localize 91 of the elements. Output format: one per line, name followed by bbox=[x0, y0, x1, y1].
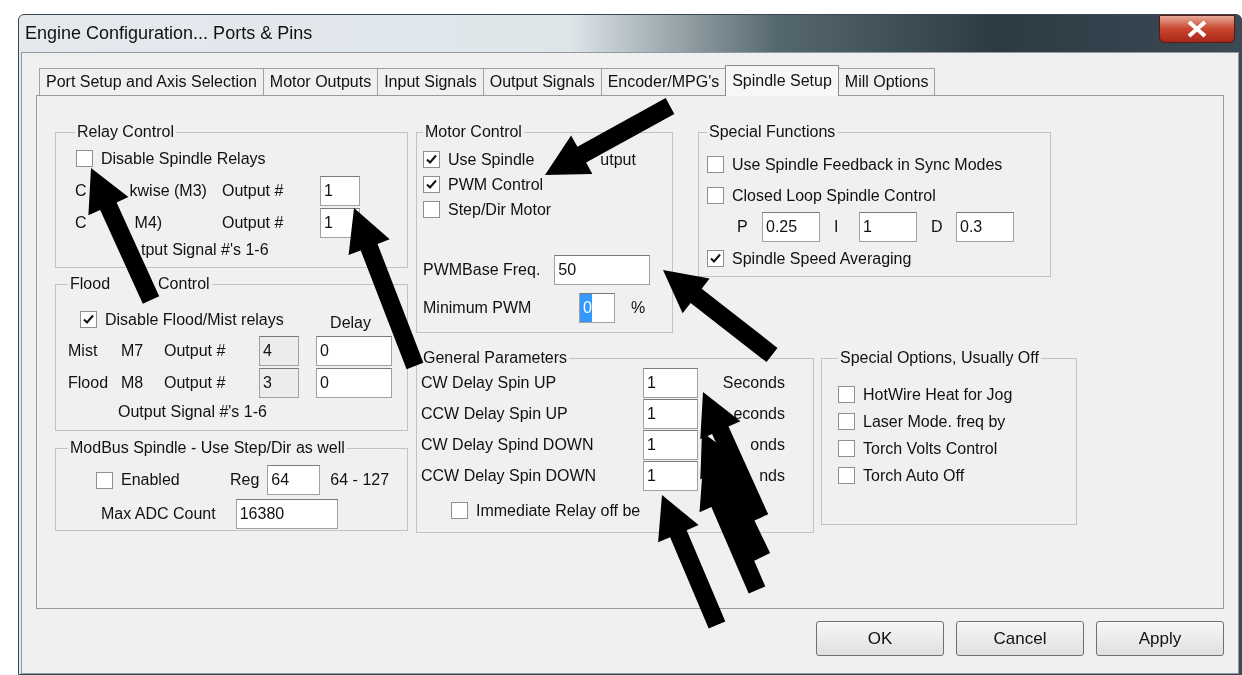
label: Seconds bbox=[721, 373, 785, 392]
label: M8 bbox=[121, 374, 145, 392]
checkbox[interactable] bbox=[707, 156, 724, 173]
checkbox-label: Torch Volts Control bbox=[863, 439, 998, 458]
checkbox[interactable] bbox=[838, 467, 855, 484]
checkbox[interactable] bbox=[96, 471, 113, 489]
tab[interactable]: Spindle Setup bbox=[725, 65, 839, 96]
input-field[interactable]: 16380 bbox=[235, 499, 338, 529]
label: C bbox=[75, 214, 87, 232]
label: CW Delay Spind DOWN bbox=[421, 435, 595, 454]
label: nds bbox=[758, 466, 785, 485]
group-title: General Parameters bbox=[422, 349, 569, 367]
group-title: Special Functions bbox=[708, 123, 837, 141]
checkbox[interactable] bbox=[838, 386, 855, 403]
window-title: Engine Configuration... Ports & Pins bbox=[25, 23, 313, 44]
label: onds bbox=[749, 435, 785, 454]
label: Output # bbox=[164, 342, 227, 360]
input-field[interactable]: 0.3 bbox=[956, 212, 1014, 242]
checkbox[interactable] bbox=[423, 201, 440, 218]
checkbox-label: Laser Mode. freq by bbox=[863, 412, 1006, 431]
checkbox[interactable] bbox=[451, 502, 468, 519]
checkbox-label: Enabled bbox=[121, 471, 180, 489]
checkbox-label: Immediate Relay off be bbox=[476, 501, 641, 520]
label: kwise (M3) bbox=[129, 182, 207, 200]
label: PWMBase Freq. bbox=[423, 261, 541, 279]
label: 64 - 127 bbox=[330, 471, 390, 489]
input-field[interactable]: 1 bbox=[859, 212, 917, 242]
label: Output # bbox=[164, 374, 227, 392]
label: CW Delay Spin UP bbox=[421, 373, 558, 392]
input-field[interactable]: 1 bbox=[643, 398, 698, 429]
checkbox-label: Closed Loop Spindle Control bbox=[732, 186, 936, 205]
checkbox-label: HotWire Heat for Jog bbox=[863, 385, 1013, 404]
label: M4) bbox=[134, 214, 163, 232]
label: Max ADC Count bbox=[101, 505, 216, 523]
input-field[interactable]: 64 bbox=[267, 465, 321, 495]
input-field[interactable]: 1 bbox=[643, 429, 698, 460]
tab[interactable]: Mill Options bbox=[837, 68, 936, 95]
label: C bbox=[75, 182, 87, 200]
checkbox-label: Use Spindle bbox=[448, 150, 535, 169]
checkbox[interactable] bbox=[423, 151, 440, 168]
close-icon bbox=[1186, 19, 1208, 38]
label: econds bbox=[732, 404, 785, 423]
label: M7 bbox=[121, 342, 145, 360]
checkbox-label: Use Spindle Feedback in Sync Modes bbox=[732, 155, 1003, 174]
label: CCW Delay Spin UP bbox=[421, 404, 569, 423]
dialog-button[interactable]: OK bbox=[816, 621, 944, 656]
label: Output # bbox=[222, 182, 285, 200]
note-text: Output Signal #'s 1-6 bbox=[118, 403, 268, 421]
group-title: Control bbox=[158, 275, 210, 293]
checkbox-label: Step/Dir Motor bbox=[448, 200, 552, 219]
checkbox-label: Disable Flood/Mist relays bbox=[105, 310, 284, 329]
note-text: tput Signal #'s 1-6 bbox=[141, 241, 270, 259]
checkbox[interactable] bbox=[76, 150, 93, 167]
label: I bbox=[834, 218, 840, 236]
checkbox-label: PWM Control bbox=[448, 175, 544, 194]
label: Delay bbox=[330, 314, 371, 332]
checkbox-label: Spindle Speed Averaging bbox=[732, 249, 912, 268]
checkbox-label: Torch Auto Off bbox=[863, 466, 965, 485]
group-title: ModBus Spindle - Use Step/Dir as well bbox=[69, 439, 346, 457]
checkbox[interactable] bbox=[707, 250, 724, 267]
label: Flood bbox=[68, 374, 110, 392]
label: Reg bbox=[230, 471, 260, 489]
label: Minimum PWM bbox=[423, 299, 533, 317]
checkbox-label: Disable Spindle Relays bbox=[101, 149, 266, 168]
input-field[interactable]: 50 bbox=[554, 255, 651, 285]
checkbox[interactable] bbox=[707, 187, 724, 204]
input-field[interactable]: 0 bbox=[316, 336, 392, 366]
checkbox[interactable] bbox=[838, 440, 855, 457]
dialog-button[interactable]: Apply bbox=[1096, 621, 1224, 656]
label: % bbox=[631, 299, 646, 317]
label: Output # bbox=[222, 214, 285, 232]
input-field[interactable]: 1 bbox=[320, 176, 360, 206]
input-field[interactable]: 0.25 bbox=[762, 212, 820, 242]
checkbox[interactable] bbox=[423, 176, 440, 193]
label: CCW Delay Spin DOWN bbox=[421, 466, 598, 485]
close-button[interactable] bbox=[1159, 14, 1235, 43]
label: D bbox=[931, 218, 944, 236]
checkbox-label: utput bbox=[600, 150, 636, 169]
group-title: Relay Control bbox=[76, 123, 175, 141]
group-title: Motor Control bbox=[424, 123, 523, 141]
label: Mist bbox=[68, 342, 99, 360]
input-field[interactable]: 0 bbox=[316, 368, 392, 398]
group-title: Flood bbox=[70, 275, 111, 293]
checkbox[interactable] bbox=[838, 413, 855, 430]
input-field[interactable]: 1 bbox=[643, 367, 698, 398]
input-field[interactable]: 1 bbox=[643, 460, 698, 491]
group-title: Special Options, Usually Off bbox=[839, 349, 1040, 367]
label: P bbox=[737, 218, 749, 236]
checkbox[interactable] bbox=[80, 311, 97, 328]
tab[interactable]: Port Setup and Axis Selection bbox=[39, 68, 264, 95]
dialog-button[interactable]: Cancel bbox=[956, 621, 1084, 656]
